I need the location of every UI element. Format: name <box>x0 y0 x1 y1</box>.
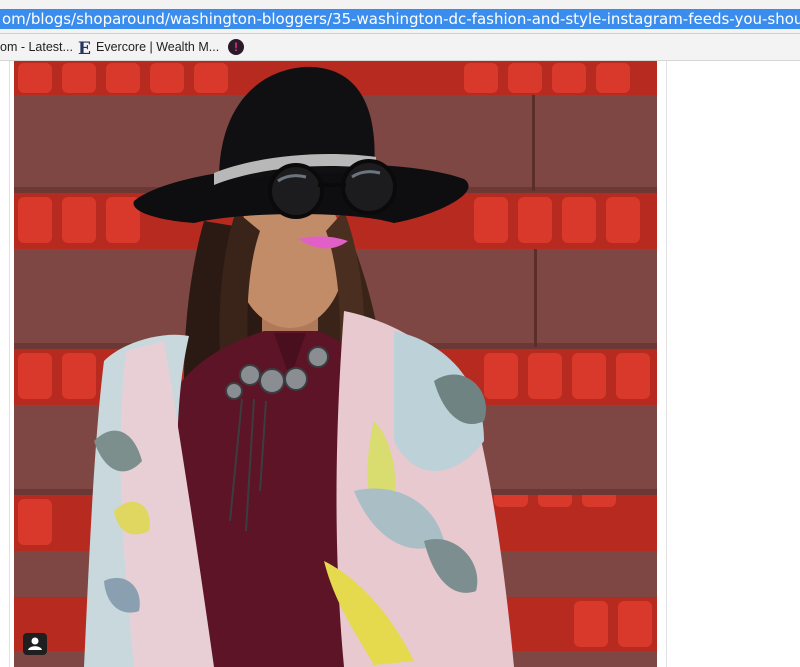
user-silhouette-icon <box>28 637 42 650</box>
bookmark-item-latest[interactable]: om - Latest... <box>0 38 73 56</box>
instagram-photo[interactable] <box>14 61 657 667</box>
bookmark-label: om - Latest... <box>0 40 73 54</box>
instagram-tagged-user-icon[interactable] <box>23 633 47 655</box>
evercore-e-icon: E <box>78 39 91 59</box>
bookmarks-bar: om - Latest... E Evercore | Wealth M... ! <box>0 34 800 61</box>
url-text[interactable]: om/blogs/shoparound/washington-bloggers/… <box>0 9 800 29</box>
bookmark-item-alert[interactable]: ! <box>228 38 244 56</box>
bookmark-item-evercore[interactable]: E Evercore | Wealth M... <box>78 38 220 59</box>
bookmark-label: Evercore | Wealth M... <box>96 40 220 54</box>
alert-icon: ! <box>228 39 244 55</box>
fashion-photo-illustration <box>14 61 657 667</box>
address-bar[interactable]: om/blogs/shoparound/washington-bloggers/… <box>0 0 800 34</box>
